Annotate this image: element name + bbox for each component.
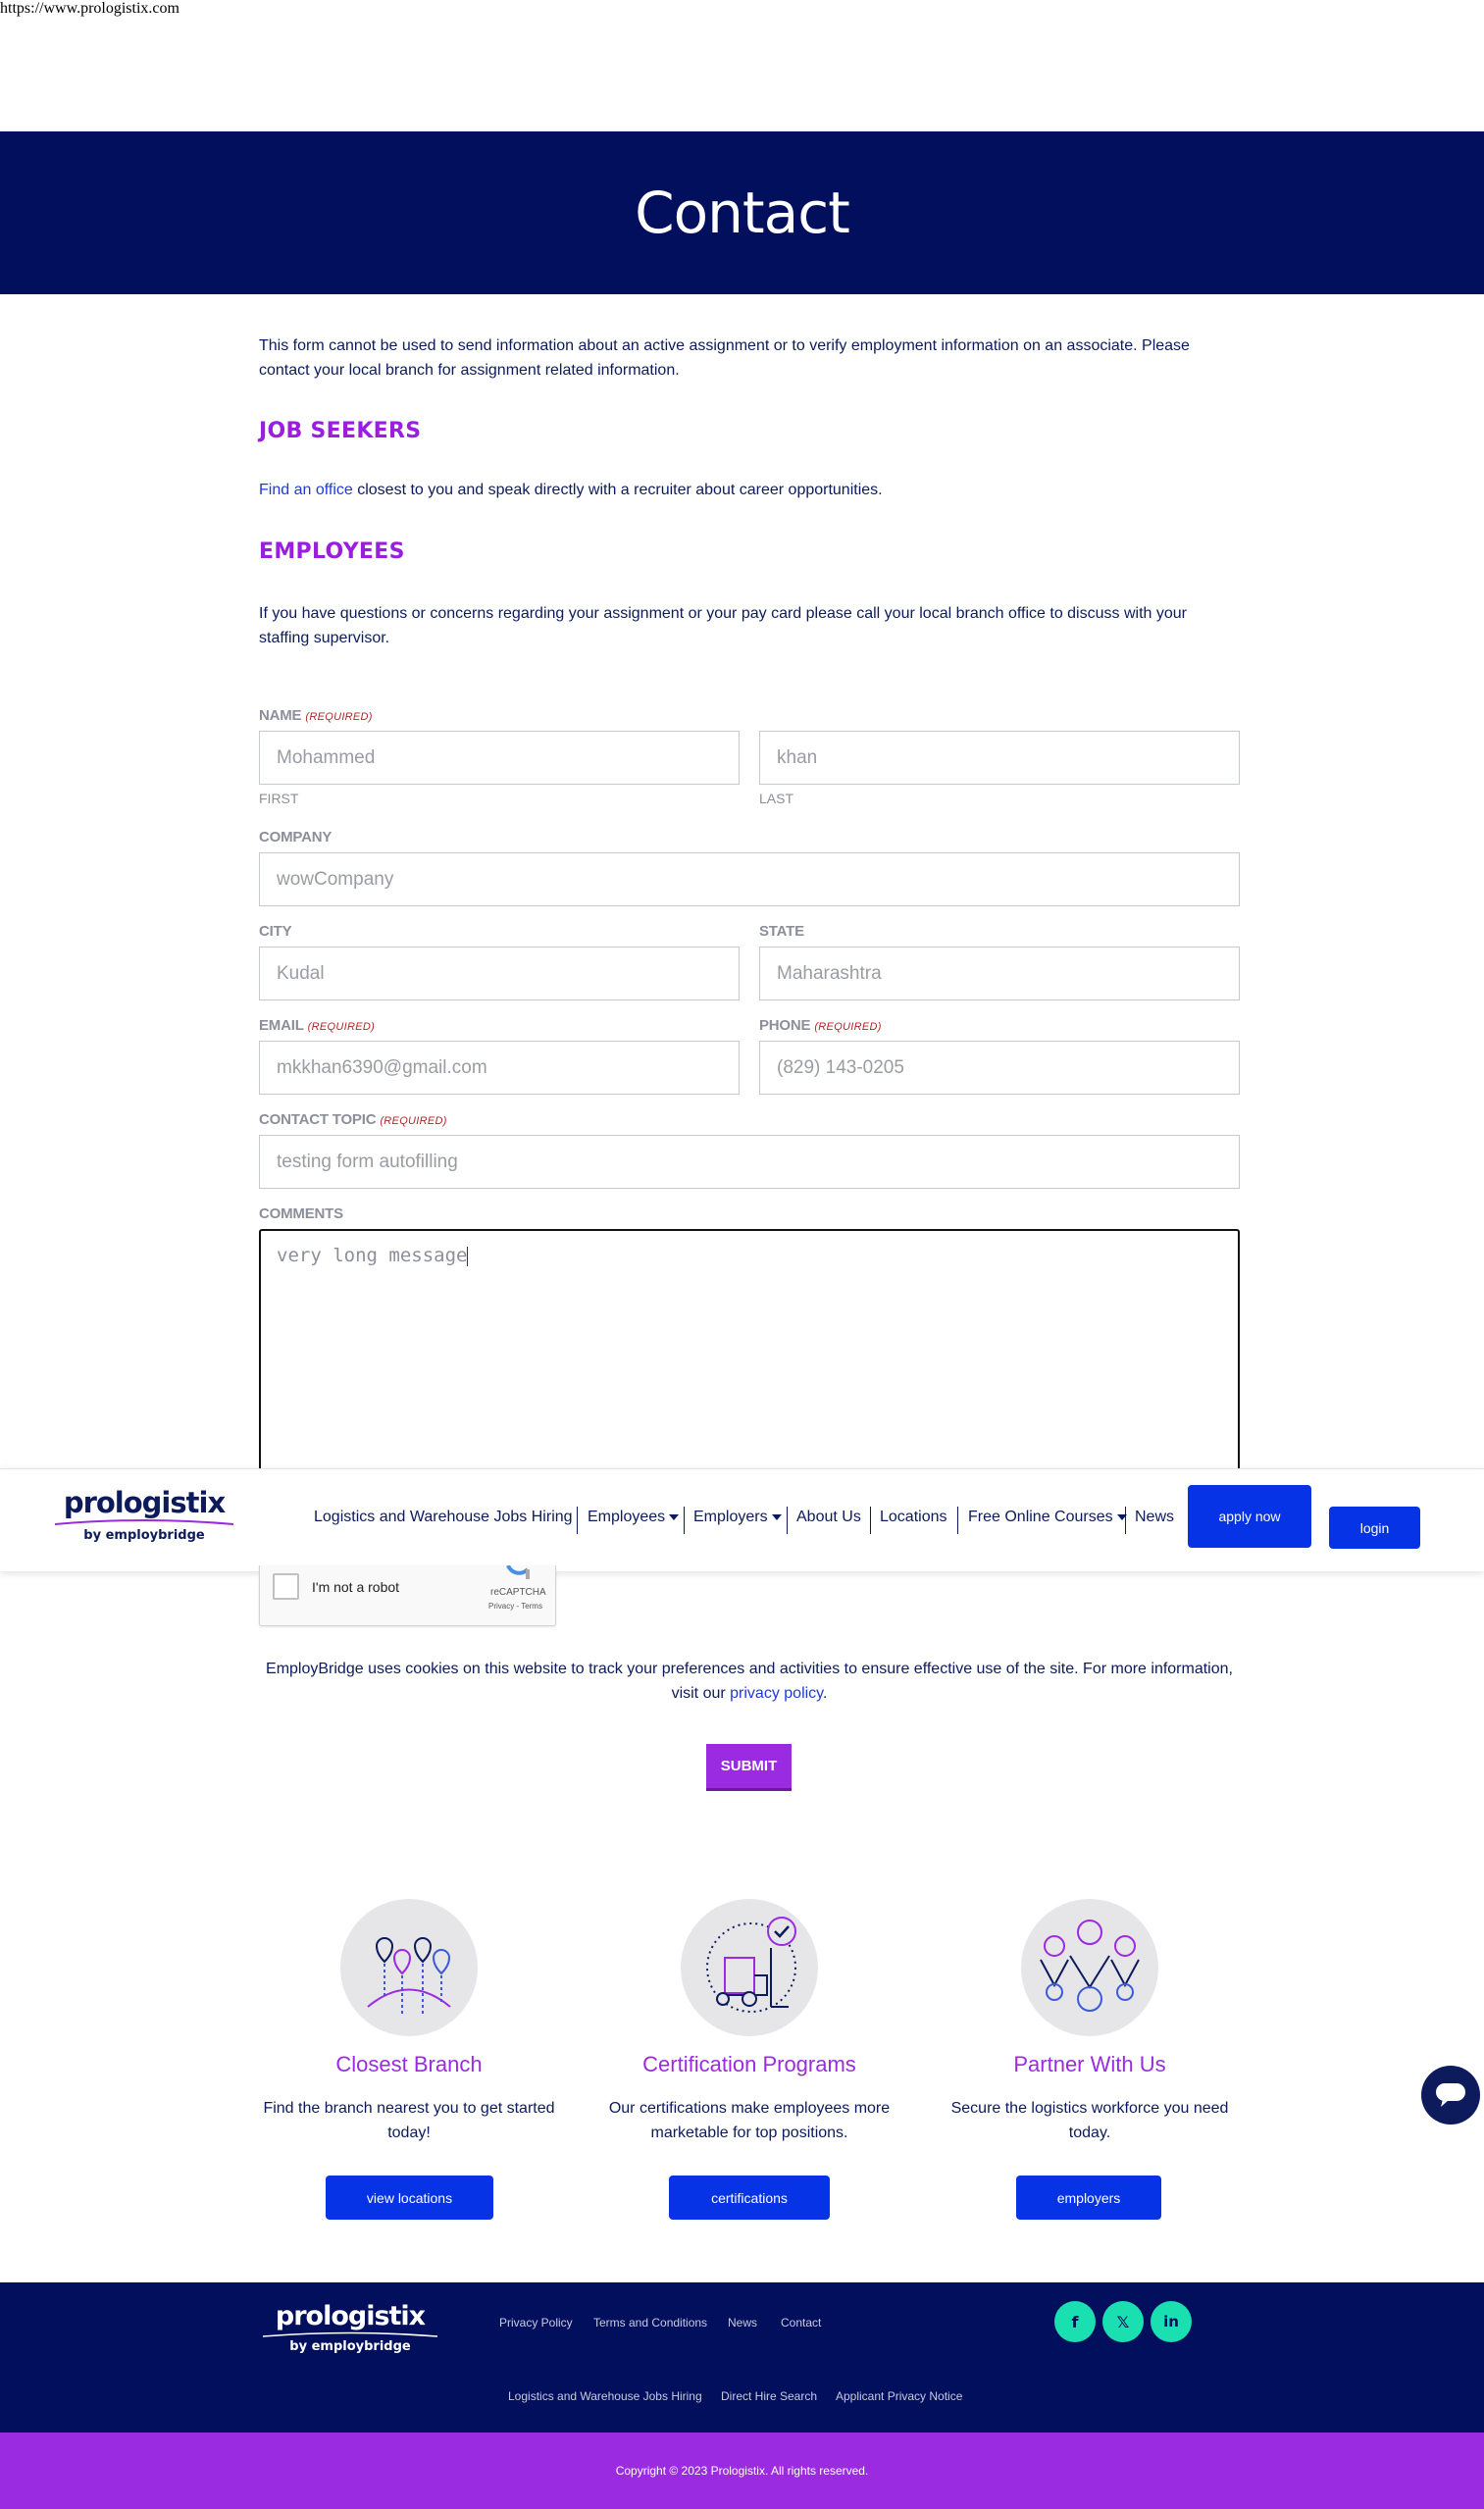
employees-text: If you have questions or concerns regard… xyxy=(259,605,1187,646)
map-pins-icon xyxy=(367,1937,451,2015)
find-office-link[interactable]: Find an office xyxy=(259,482,353,498)
first-sublabel: FIRST xyxy=(259,791,299,806)
copyright-bar: Copyright © 2023 Prologistix. All rights… xyxy=(0,2432,1484,2509)
card-icon-circle xyxy=(1021,1899,1158,2036)
linkedin-icon[interactable]: in xyxy=(1151,2301,1192,2342)
footer-link-terms[interactable]: Terms and Conditions xyxy=(593,2316,707,2330)
nav-item-locations[interactable]: Locations xyxy=(880,1509,947,1526)
intro-content: This form cannot be used to send informa… xyxy=(259,333,1240,650)
nav-item-employees[interactable]: Employees xyxy=(588,1509,680,1526)
nav-item-jobs[interactable]: Logistics and Warehouse Jobs Hiring xyxy=(314,1509,573,1526)
card-desc-partner: Secure the logistics workforce you need … xyxy=(950,2100,1229,2141)
footer-logo[interactable]: prologistix by employbridge xyxy=(261,2302,439,2354)
recaptcha-widget: I'm not a robot reCAPTCHA Privacy - Term… xyxy=(259,1565,556,1626)
last-sublabel: LAST xyxy=(759,791,794,806)
page-url: https://www.prologistix.com xyxy=(0,0,179,17)
login-button[interactable]: login xyxy=(1329,1507,1420,1549)
x-icon[interactable]: 𝕏 xyxy=(1102,2301,1144,2342)
apply-now-button[interactable]: apply now xyxy=(1188,1485,1311,1548)
footer-link-direct-hire[interactable]: Direct Hire Search xyxy=(721,2389,817,2403)
nav-item-employers[interactable]: Employers xyxy=(693,1509,782,1526)
recaptcha-brand: reCAPTCHA xyxy=(490,1587,546,1598)
nav-item-about[interactable]: About Us xyxy=(796,1509,861,1526)
card-icon-circle xyxy=(340,1899,478,2036)
city-label: CITY xyxy=(259,923,292,940)
first-name-field[interactable]: Mohammed xyxy=(259,731,740,785)
view-locations-button[interactable]: view locations xyxy=(326,2176,493,2220)
logo-swoosh-icon xyxy=(54,1519,234,1525)
company-label: COMPANY xyxy=(259,829,333,845)
footer-link-contact[interactable]: Contact xyxy=(781,2316,821,2330)
card-desc-closest-branch: Find the branch nearest you to get start… xyxy=(263,2100,555,2141)
footer-link-jobs[interactable]: Logistics and Warehouse Jobs Hiring xyxy=(508,2389,702,2403)
recaptcha-checkbox[interactable] xyxy=(273,1573,299,1600)
recaptcha-logo-icon xyxy=(506,1565,530,1579)
forklift-check-icon xyxy=(706,1917,796,2013)
submit-button[interactable]: SUBMIT xyxy=(706,1744,792,1791)
city-field[interactable]: Kudal xyxy=(259,947,740,1000)
intro-text: This form cannot be used to send informa… xyxy=(259,337,1190,379)
card-desc-certification: Our certifications make employees more m… xyxy=(608,2100,891,2141)
job-seekers-heading: JOB SEEKERS xyxy=(259,419,422,443)
nav-item-courses[interactable]: Free Online Courses xyxy=(968,1509,1127,1526)
card-title-closest-branch: Closest Branch xyxy=(335,2052,483,2076)
facebook-icon[interactable]: f xyxy=(1054,2301,1096,2342)
chat-button[interactable] xyxy=(1421,2066,1480,2125)
email-field[interactable]: mkkhan6390@gmail.com xyxy=(259,1041,740,1095)
hero-banner: Contact xyxy=(0,131,1484,294)
email-label: EMAIL (REQUIRED) xyxy=(259,1017,376,1034)
footer-link-privacy[interactable]: Privacy Policy xyxy=(499,2316,573,2330)
nav-item-news[interactable]: News xyxy=(1135,1509,1174,1526)
recaptcha-label: I'm not a robot xyxy=(312,1579,400,1595)
cookie-notice: EmployBridge uses cookies on this websit… xyxy=(266,1661,1233,1702)
company-field[interactable]: wowCompany xyxy=(259,852,1240,906)
copyright-text: Copyright © 2023 Prologistix. All rights… xyxy=(615,2464,869,2478)
chevron-down-icon xyxy=(669,1513,680,1520)
logo-swoosh-icon xyxy=(262,2331,438,2337)
contact-topic-label: CONTACT TOPIC (REQUIRED) xyxy=(259,1111,447,1128)
contact-topic-field[interactable]: testing form autofilling xyxy=(259,1135,1240,1189)
last-name-field[interactable]: khan xyxy=(759,731,1240,785)
job-seekers-body: closest to you and speak directly with a… xyxy=(352,482,883,498)
employers-button[interactable]: employers xyxy=(1016,2176,1161,2220)
page-title: Contact xyxy=(635,179,850,246)
people-medals-icon xyxy=(1040,1920,1140,2012)
phone-field[interactable]: (829) 143-0205 xyxy=(759,1041,1240,1095)
card-title-partner: Partner With Us xyxy=(1013,2052,1166,2076)
card-title-certification: Certification Programs xyxy=(642,2052,856,2076)
privacy-policy-link[interactable]: privacy policy xyxy=(730,1685,823,1702)
site-footer: prologistix by employbridge Privacy Poli… xyxy=(0,2282,1484,2432)
chevron-down-icon xyxy=(771,1513,782,1520)
comments-textarea[interactable]: very long message xyxy=(259,1229,1240,1474)
site-navbar: prologistix by employbridge Logistics an… xyxy=(0,1468,1484,1571)
footer-link-applicant-privacy[interactable]: Applicant Privacy Notice xyxy=(836,2389,962,2403)
comments-label: COMMENTS xyxy=(259,1205,343,1222)
job-seekers-text: Find an office closest to you and speak … xyxy=(259,478,1240,502)
navbar-logo[interactable]: prologistix by employbridge xyxy=(53,1487,235,1543)
phone-label: PHONE (REQUIRED) xyxy=(759,1017,882,1034)
employees-heading: EMPLOYEES xyxy=(259,539,405,564)
card-icon-circle xyxy=(681,1899,818,2036)
state-label: STATE xyxy=(759,923,804,940)
footer-link-news[interactable]: News xyxy=(728,2316,757,2330)
recaptcha-links[interactable]: Privacy - Terms xyxy=(488,1602,542,1611)
chat-icon xyxy=(1436,2083,1465,2107)
certifications-button[interactable]: certifications xyxy=(669,2176,830,2220)
state-field[interactable]: Maharashtra xyxy=(759,947,1240,1000)
name-label: NAME (REQUIRED) xyxy=(259,707,373,724)
